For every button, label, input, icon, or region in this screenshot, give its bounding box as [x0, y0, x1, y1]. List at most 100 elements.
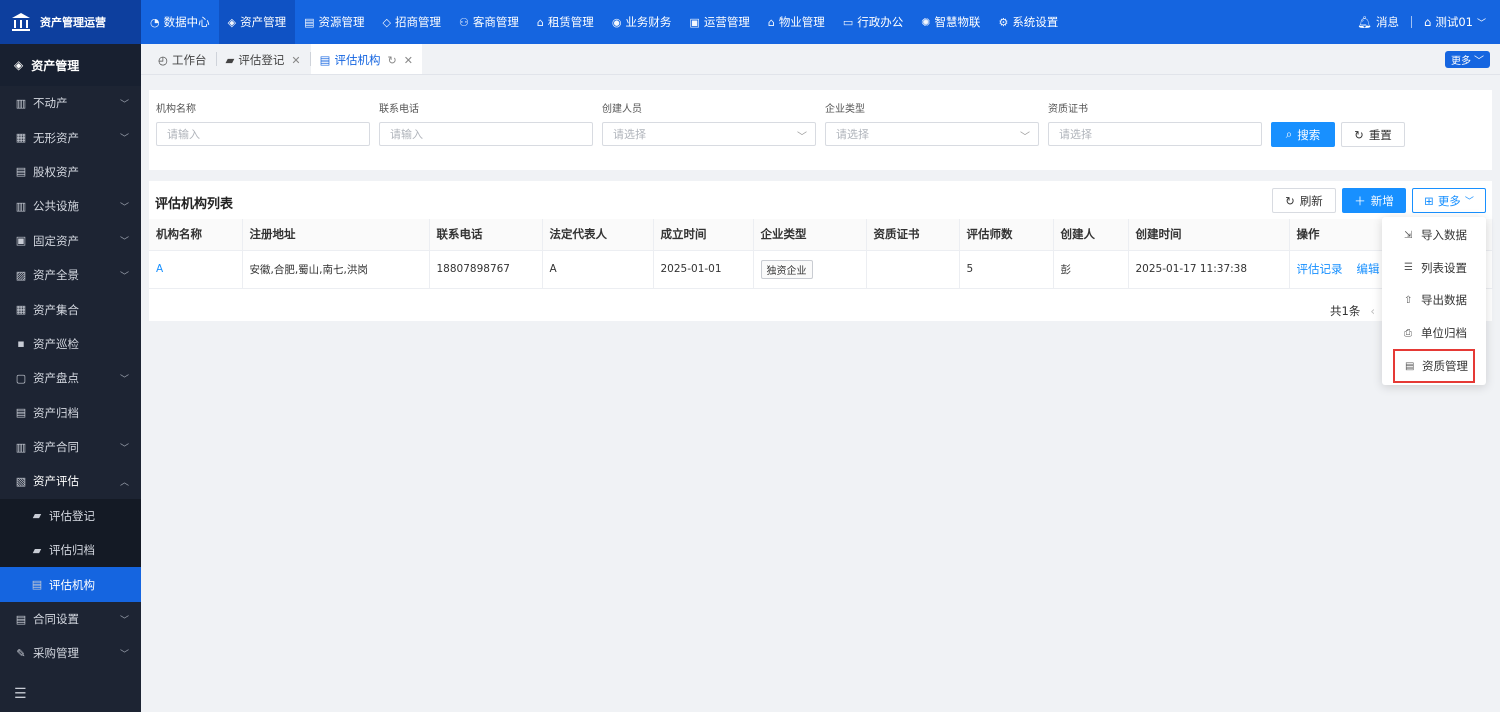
collapse-menu-icon[interactable]: ☰ [14, 686, 27, 702]
search-field-3: 企业类型 请选择 ﹀ [825, 100, 1039, 146]
search-icon: ⌕ [1285, 127, 1293, 141]
sidebar-item-8[interactable]: ▢ 资产盘点 ﹀ [0, 361, 141, 395]
sidebar-item-7[interactable]: ▪ 资产巡检 [0, 327, 141, 361]
dropdown-item-2[interactable]: ⇧ 导出数据 [1382, 284, 1486, 317]
text-input[interactable]: 请选择 [1048, 122, 1262, 146]
dropdown-item-icon: ⇧ [1404, 294, 1413, 306]
messages-button[interactable]: 🔔︎ 消息 [1357, 14, 1399, 30]
sidebar-menu: ▥ 不动产 ﹀ ▦ 无形资产 ﹀ ▤ 股权资产 ▥ 公共设施 ﹀ ▣ 固定资产 ﹀ ▨ 资产全景 ﹀ ▦ 资产集合 ▪… [0, 86, 141, 671]
topnav-item-5[interactable]: ⌂ 租赁管理 [528, 0, 603, 44]
select-input[interactable]: 请选择 ﹀ [602, 122, 816, 146]
text-input[interactable]: 请输入 [379, 122, 593, 146]
search-panel: 机构名称 请输入 联系电话 请输入 创建人员 请选择 ﹀ 企业类型 请选择 ﹀ 资质证书 请选择 ⌕ … [149, 90, 1492, 170]
table-row: A 安徽,合肥,蜀山,南七,洪岗 18807898767 A 2025-01-01 独资企… [149, 250, 1493, 289]
topnav-item-6[interactable]: ◉ 业务财务 [603, 0, 681, 44]
chevron-down-icon: ﹀ [797, 132, 807, 143]
messages-label: 消息 [1376, 15, 1400, 29]
column-header: 成立时间 [653, 219, 754, 251]
add-button[interactable]: ＋ 新增 [1342, 188, 1406, 213]
topnav-item-10[interactable]: ✺ 智慧物联 [912, 0, 989, 44]
header-divider [1411, 16, 1413, 28]
sidebar-item-13[interactable]: ▰ 评估归档 [0, 533, 141, 568]
topnav-item-11[interactable]: ⚙ 系统设置 [989, 0, 1067, 44]
sidebar: ◈ 资产管理 ▥ 不动产 ﹀ ▦ 无形资产 ﹀ ▤ 股权资产 ▥ 公共设施 ﹀ ▣ 固定资产 ﹀ ▨ 资产全景… [0, 44, 141, 712]
dropdown-item-0[interactable]: ⇲ 导入数据 [1382, 219, 1486, 252]
reset-button[interactable]: ↻ 重置 [1341, 122, 1405, 147]
sidebar-item-1[interactable]: ▦ 无形资产 ﹀ [0, 120, 141, 154]
sidebar-item-label: 合同设置 [33, 612, 79, 627]
sidebar-item-label: 资产评估 [33, 474, 79, 489]
dropdown-item-icon: ⇲ [1404, 229, 1413, 241]
chevron-icon: ︿ [119, 477, 129, 488]
select-input[interactable]: 请选择 ﹀ [825, 122, 1039, 146]
text-input[interactable]: 请输入 [156, 122, 370, 146]
topnav-item-3[interactable]: ◇ 招商管理 [373, 0, 449, 44]
close-icon[interactable]: ✕ [404, 54, 413, 67]
sidebar-item-6[interactable]: ▦ 资产集合 [0, 292, 141, 326]
refresh-button[interactable]: ↻ 刷新 [1272, 188, 1336, 213]
topnav-icon: ⚙ [998, 15, 1009, 29]
topnav-item-9[interactable]: ▭ 行政办公 [834, 0, 912, 44]
dropdown-item-4[interactable]: ▤ 资质管理 [1393, 349, 1475, 384]
sidebar-item-3[interactable]: ▥ 公共设施 ﹀ [0, 189, 141, 223]
topnav-icon: ◈ [227, 15, 237, 29]
dropdown-item-3[interactable]: ⎙ 单位归档 [1382, 317, 1486, 350]
sidebar-item-12[interactable]: ▰ 评估登记 [0, 498, 141, 534]
sidebar-item-10[interactable]: ▥ 资产合同 ﹀ [0, 430, 141, 464]
chevron-down-icon: ﹀ [1476, 18, 1486, 29]
agency-name-link[interactable]: A [149, 250, 243, 289]
topnav-item-2[interactable]: ▤ 资源管理 [295, 0, 373, 44]
sidebar-item-icon: ▣ [15, 234, 27, 248]
tab-1[interactable]: ▰ 评估登记 ✕ [217, 46, 310, 74]
prev-page-icon[interactable]: ‹ [1370, 304, 1375, 318]
topnav-item-0[interactable]: ◔ 数据中心 [141, 0, 219, 44]
sidebar-item-label: 评估机构 [49, 577, 95, 592]
evaluation-record-link[interactable]: 评估记录 [1297, 262, 1343, 276]
placeholder: 请选择 [613, 128, 646, 141]
chevron-icon: ﹀ [119, 374, 129, 385]
sidebar-item-4[interactable]: ▣ 固定资产 ﹀ [0, 224, 141, 258]
chevron-icon: ﹀ [119, 271, 129, 282]
tabs: ◴ 工作台 ▰ 评估登记 ✕ ▤ 评估机构 ↻ ✕ [149, 43, 422, 74]
agency-table: 机构名称 注册地址 联系电话 法定代表人 成立时间 企业类型 资质证书 评估师数 创建人 创建时间… [149, 219, 1493, 289]
tabbar-more-label: 更多 [1451, 56, 1471, 67]
column-header: 评估师数 [959, 219, 1054, 251]
sidebar-header[interactable]: ◈ 资产管理 [0, 44, 141, 86]
field-label: 联系电话 [379, 104, 419, 115]
sidebar-item-5[interactable]: ▨ 资产全景 ﹀ [0, 258, 141, 292]
chevron-icon: ﹀ [119, 649, 129, 660]
topnav-label: 数据中心 [163, 15, 210, 29]
cell-appraisers: 5 [959, 250, 1054, 289]
chevron-down-icon: ﹀ [1464, 197, 1474, 207]
tab-2[interactable]: ▤ 评估机构 ↻ ✕ [310, 44, 422, 74]
topnav-item-7[interactable]: ▣ 运营管理 [680, 0, 758, 44]
sidebar-item-16[interactable]: ✎ 采购管理 ﹀ [0, 636, 141, 670]
sidebar-item-0[interactable]: ▥ 不动产 ﹀ [0, 86, 141, 120]
close-icon[interactable]: ✕ [291, 54, 300, 67]
topnav-item-1[interactable]: ◈ 资产管理 [218, 0, 296, 44]
brand[interactable]: 资产管理运营 [0, 0, 141, 44]
topnav-item-8[interactable]: ⌂ 物业管理 [759, 0, 834, 44]
sidebar-item-11[interactable]: ▧ 资产评估 ︿ [0, 464, 141, 498]
topnav-icon: ✺ [921, 15, 931, 29]
topnav-item-4[interactable]: ⚇ 客商管理 [450, 0, 528, 44]
column-header: 法定代表人 [542, 219, 654, 251]
dropdown-item-1[interactable]: ☰ 列表设置 [1382, 252, 1486, 285]
tab-label: 评估机构 [334, 53, 381, 67]
user-menu[interactable]: ⌂ 测试01 ﹀ [1424, 14, 1486, 30]
search-button[interactable]: ⌕ 搜索 [1271, 122, 1335, 147]
tab-0[interactable]: ◴ 工作台 [149, 46, 216, 74]
dropdown-item-icon: ▤ [1405, 360, 1415, 372]
reload-icon[interactable]: ↻ [388, 54, 397, 67]
tabbar-more-button[interactable]: 更多 ﹀ [1445, 51, 1490, 68]
more-actions-button[interactable]: ⊞ 更多 ﹀ [1412, 188, 1486, 213]
cell-legal-rep: A [542, 250, 654, 289]
sidebar-item-9[interactable]: ▤ 资产归档 [0, 396, 141, 430]
sidebar-item-14[interactable]: ▤ 评估机构 [0, 567, 141, 602]
sidebar-item-15[interactable]: ▤ 合同设置 ﹀ [0, 602, 141, 636]
field-label: 资质证书 [1048, 104, 1088, 115]
topnav-label: 招商管理 [394, 15, 441, 29]
dropdown-item-icon: ⎙ [1404, 327, 1412, 339]
sidebar-item-2[interactable]: ▤ 股权资产 [0, 155, 141, 189]
edit-link[interactable]: 编辑 [1357, 262, 1380, 276]
